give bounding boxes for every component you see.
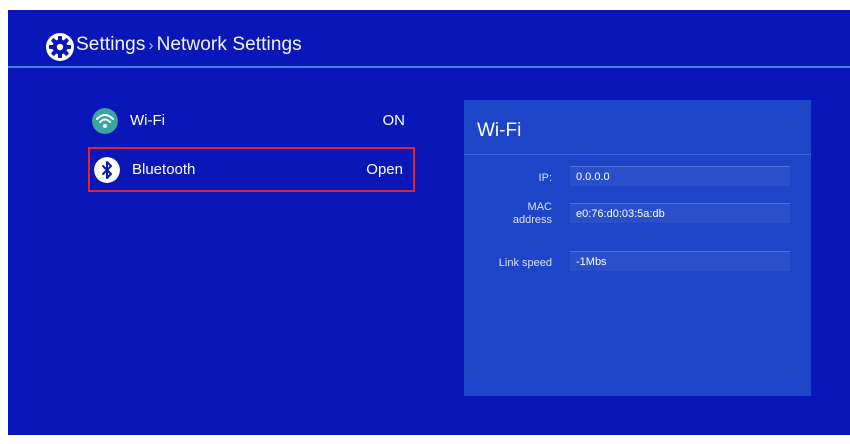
breadcrumb-separator: › xyxy=(148,37,154,54)
panel-title: Wi-Fi xyxy=(477,120,522,141)
header: Settings › Network Settings xyxy=(8,10,850,68)
settings-screen: Settings › Network Settings Wi-Fi ON Bluet… xyxy=(8,10,850,435)
panel-divider xyxy=(464,154,811,155)
page-title: Network Settings xyxy=(156,34,302,55)
ip-value: 0.0.0.0 xyxy=(570,166,790,186)
mac-address-label: MAC address xyxy=(512,201,552,226)
menu-item-value: ON xyxy=(382,112,406,129)
gear-icon xyxy=(46,33,74,61)
menu-item-wifi[interactable]: Wi-Fi ON xyxy=(88,100,415,145)
network-info-panel: Wi-Fi IP: 0.0.0.0 MAC address e0:76:d0:0… xyxy=(464,100,811,396)
link-speed-label: Link speed xyxy=(498,257,552,269)
menu-item-label: Wi-Fi xyxy=(130,112,165,129)
menu-item-label: Bluetooth xyxy=(132,161,196,178)
bluetooth-icon xyxy=(94,157,120,183)
ip-label: IP: xyxy=(538,172,552,184)
menu-item-bluetooth[interactable]: Bluetooth Open xyxy=(88,147,415,192)
header-divider xyxy=(8,66,850,68)
menu-item-value: Open xyxy=(366,161,403,178)
wifi-icon xyxy=(92,108,118,134)
breadcrumb-section: Settings xyxy=(76,34,146,55)
mac-address-value: e0:76:d0:03:5a:db xyxy=(570,203,790,223)
link-speed-value: -1Mbs xyxy=(570,251,790,271)
breadcrumb: Settings › Network Settings xyxy=(76,34,302,56)
